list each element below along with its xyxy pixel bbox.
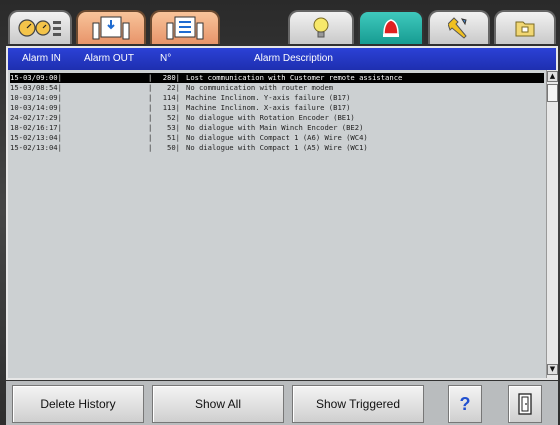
- column-header: Alarm IN Alarm OUT N° Alarm Description: [8, 48, 556, 70]
- scroll-up-button[interactable]: ▲: [547, 71, 558, 82]
- alarm-row[interactable]: 15-03/08:54| | 22| No communication with ro…: [10, 83, 544, 93]
- alarm-out-cell: |: [148, 93, 153, 102]
- alarm-out-cell: |: [148, 83, 153, 92]
- alarm-in-cell: 15-02/13:04|: [10, 133, 62, 142]
- winch-icon: [92, 16, 130, 40]
- alarm-description-cell: Machine Inclinom. X-axis failure (B17): [186, 103, 351, 112]
- tab-gauges[interactable]: [8, 10, 72, 44]
- alarm-out-cell: |: [148, 123, 153, 132]
- alarm-description-cell: No dialogue with Compact 1 (A6) Wire (WC…: [186, 133, 368, 142]
- tab-folder[interactable]: [494, 10, 556, 44]
- tab-winch-list[interactable]: [150, 10, 220, 44]
- alarm-panel: Alarm IN Alarm OUT N° Alarm Description …: [6, 46, 558, 380]
- alarm-number-cell: 113|: [162, 103, 180, 112]
- exit-button[interactable]: [508, 385, 542, 423]
- col-alarm-out[interactable]: Alarm OUT: [84, 53, 134, 64]
- tab-alarms[interactable]: [358, 10, 424, 44]
- scroll-down-button[interactable]: ▼: [547, 364, 558, 375]
- alarm-list[interactable]: 15-03/09:00| | 280| Lost communication with…: [8, 70, 546, 378]
- tab-bar: [6, 6, 558, 46]
- tab-lightbulb[interactable]: [288, 10, 354, 44]
- alarm-row[interactable]: 15-02/13:04| | 50| No dialogue with Compact…: [10, 143, 544, 153]
- gauges-icon: [18, 19, 61, 37]
- alarm-number-cell: 22|: [167, 83, 180, 92]
- exit-door-icon: [518, 393, 532, 415]
- scrollbar[interactable]: ▲ ▼: [546, 70, 558, 378]
- alarm-number-cell: 51|: [167, 133, 180, 142]
- alarm-description-cell: No communication with router modem: [186, 83, 334, 92]
- tab-tools[interactable]: [428, 10, 490, 44]
- folder-icon: [515, 21, 535, 37]
- alarm-number-cell: 114|: [162, 93, 180, 102]
- alarm-number-cell: 280|: [162, 73, 180, 82]
- alarm-in-cell: 10-03/14:09|: [10, 103, 62, 112]
- alarm-row[interactable]: 10-03/14:09| | 113| Machine Inclinom. X-axi…: [10, 103, 544, 113]
- tab-winch[interactable]: [76, 10, 146, 44]
- alarm-description-cell: No dialogue with Compact 1 (A5) Wire (WC…: [186, 143, 368, 152]
- winch-list-icon: [166, 16, 204, 40]
- bottom-toolbar: Delete History Show All Show Triggered ?: [6, 381, 558, 425]
- delete-history-button[interactable]: Delete History: [12, 385, 144, 423]
- alarm-in-cell: 15-02/13:04|: [10, 143, 62, 152]
- alarm-number-cell: 50|: [167, 143, 180, 152]
- help-button[interactable]: ?: [448, 385, 482, 423]
- alarm-number-cell: 52|: [167, 113, 180, 122]
- alarm-description-cell: Lost communication with Customer remote …: [186, 73, 403, 82]
- alarm-row[interactable]: 18-02/16:17| | 53| No dialogue with Main Wi…: [10, 123, 544, 133]
- alarm-number-cell: 53|: [167, 123, 180, 132]
- tools-icon: [448, 17, 467, 39]
- alarm-out-cell: |: [148, 143, 153, 152]
- alarm-in-cell: 15-03/08:54|: [10, 83, 62, 92]
- alarm-row[interactable]: 24-02/17:29| | 52| No dialogue with Rotatio…: [10, 113, 544, 123]
- show-all-button[interactable]: Show All: [152, 385, 284, 423]
- alarm-in-cell: 24-02/17:29|: [10, 113, 62, 122]
- alarm-in-cell: 10-03/14:09|: [10, 93, 62, 102]
- alarm-description-cell: Machine Inclinom. Y-axis failure (B17): [186, 93, 351, 102]
- alarm-out-cell: |: [148, 133, 153, 142]
- alarm-row[interactable]: 15-02/13:04| | 51| No dialogue with Compact…: [10, 133, 544, 143]
- col-number[interactable]: N°: [160, 53, 171, 64]
- show-triggered-button[interactable]: Show Triggered: [292, 385, 424, 423]
- alarm-description-cell: No dialogue with Rotation Encoder (BE1): [186, 113, 355, 122]
- scroll-thumb[interactable]: [547, 84, 558, 102]
- alarm-in-cell: 15-03/09:00|: [10, 73, 62, 82]
- lightbulb-icon: [313, 17, 329, 38]
- alarm-in-cell: 18-02/16:17|: [10, 123, 62, 132]
- col-description[interactable]: Alarm Description: [254, 53, 333, 64]
- alarm-description-cell: No dialogue with Main Winch Encoder (BE2…: [186, 123, 364, 132]
- alarm-out-cell: |: [148, 113, 153, 122]
- alarm-row[interactable]: 15-03/09:00| | 280| Lost communication with…: [10, 73, 544, 83]
- col-alarm-in[interactable]: Alarm IN: [22, 53, 61, 64]
- alarm-out-cell: |: [148, 73, 153, 82]
- alarm-row[interactable]: 10-03/14:09| | 114| Machine Inclinom. Y-axi…: [10, 93, 544, 103]
- alarm-bell-icon: [383, 19, 399, 37]
- alarm-out-cell: |: [148, 103, 153, 112]
